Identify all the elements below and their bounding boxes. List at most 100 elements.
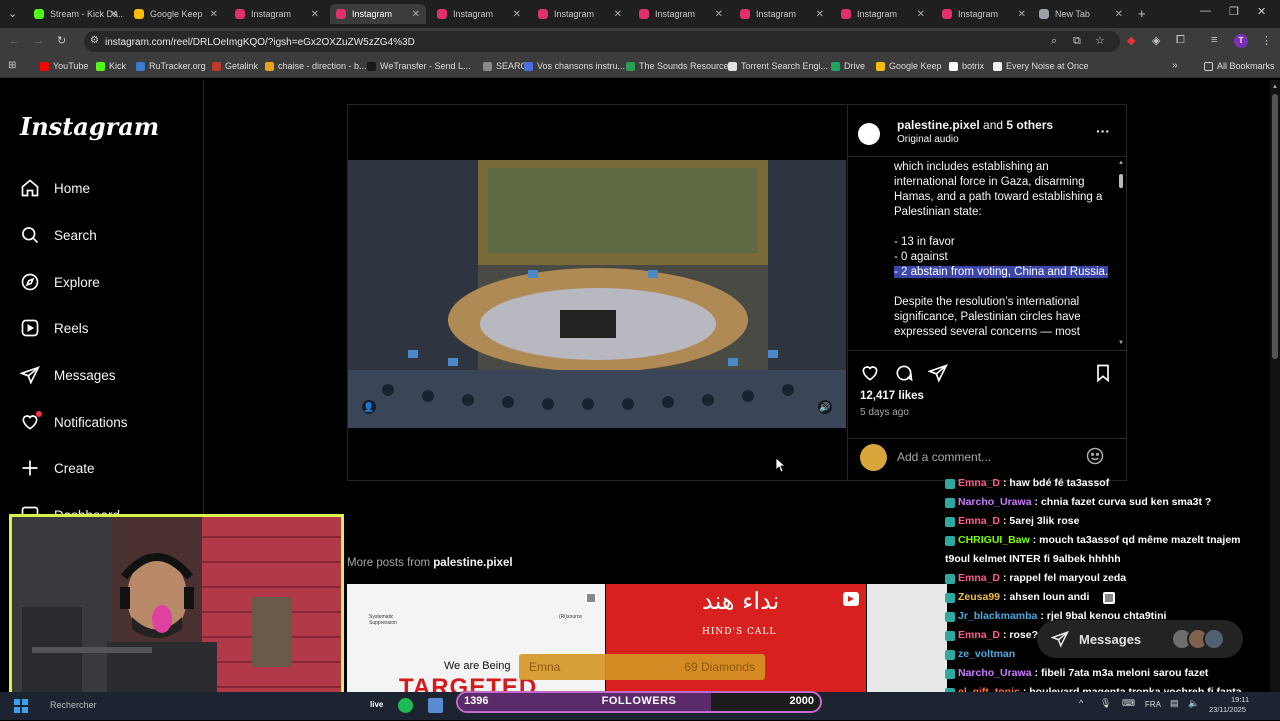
reload-icon[interactable]: ↻	[57, 34, 66, 47]
new-tab-plus-icon[interactable]: +	[1138, 6, 1146, 21]
emoji-icon[interactable]	[1085, 446, 1105, 471]
extension-adblock-icon[interactable]: ◆	[1127, 34, 1135, 47]
taskbar-search[interactable]: Rechercher	[50, 700, 97, 710]
tab-close-icon[interactable]: ✕	[917, 9, 925, 20]
browser-tab[interactable]: Google Keep ✕	[128, 4, 224, 24]
extension-icon[interactable]: ◈	[1152, 34, 1160, 47]
url-text[interactable]: instagram.com/reel/DRLOeImgKQO/?igsh=eGx…	[105, 37, 415, 48]
browser-tab[interactable]: Stream - Kick Da... ✕	[28, 4, 124, 24]
browser-menu-icon[interactable]: ⋮	[1261, 34, 1272, 47]
caption-scrollbar[interactable]: ▲ ▼	[1117, 160, 1125, 350]
microphone-icon[interactable]: 🎙	[1100, 698, 1111, 709]
tab-close-icon[interactable]: ✕	[816, 9, 824, 20]
media-controls-icon[interactable]: ≡	[1211, 34, 1217, 46]
language-indicator[interactable]: FRA	[1145, 700, 1161, 709]
original-audio-link[interactable]: Original audio	[897, 134, 959, 145]
tab-close-icon[interactable]: ✕	[311, 9, 319, 20]
bookmark-item[interactable]: WeTransfer - Send L...	[367, 61, 471, 71]
tab-close-icon[interactable]: ✕	[614, 9, 622, 20]
network-icon[interactable]: ▤	[1170, 698, 1179, 709]
bookmark-star-icon[interactable]: ☆	[1095, 34, 1105, 47]
bookmark-item[interactable]: RuTracker.org	[136, 61, 206, 71]
tab-search-icon[interactable]: ⌄	[8, 7, 17, 20]
page-scroll-thumb[interactable]	[1272, 94, 1278, 359]
browser-tab[interactable]: New Tab ✕	[1033, 4, 1129, 24]
back-icon[interactable]: ←	[9, 35, 20, 47]
save-bookmark-icon[interactable]	[1093, 363, 1113, 388]
zoom-icon[interactable]: ⌕	[1051, 35, 1057, 48]
scroll-thumb[interactable]	[1119, 174, 1123, 188]
minimize-icon[interactable]: —	[1200, 5, 1211, 17]
bookmark-item[interactable]: botrix	[949, 61, 984, 71]
more-posts-author[interactable]: palestine.pixel	[433, 557, 512, 569]
all-bookmarks[interactable]: All Bookmarks	[1204, 61, 1275, 71]
browser-tab[interactable]: Instagram ✕	[835, 4, 931, 24]
nav-create[interactable]: Create	[20, 458, 95, 478]
photos-icon[interactable]	[428, 698, 443, 713]
bookmark-item[interactable]: Torrent Search Engi...	[728, 61, 828, 71]
comment-bubble-icon[interactable]	[894, 363, 914, 388]
share-send-icon[interactable]	[927, 363, 948, 388]
scroll-down-arrow[interactable]: ▼	[1118, 340, 1124, 346]
browser-tab[interactable]: Instagram ✕	[936, 4, 1032, 24]
browser-tab[interactable]: Instagram ✕	[431, 4, 527, 24]
install-app-icon[interactable]: ⧉	[1073, 35, 1081, 48]
clock-time[interactable]: 19:11	[1231, 695, 1249, 704]
messages-pill[interactable]: Messages	[1037, 620, 1243, 658]
instagram-logo[interactable]: Instagram	[20, 112, 159, 141]
apps-grid-icon[interactable]: ⊞	[8, 60, 16, 71]
clock-date[interactable]: 23/11/2025	[1209, 705, 1246, 714]
profile-avatar[interactable]: T	[1234, 34, 1248, 48]
browser-tab[interactable]: Instagram ✕	[532, 4, 628, 24]
windows-start-icon[interactable]	[14, 699, 28, 713]
forward-icon[interactable]: →	[33, 35, 44, 47]
bookmark-item[interactable]: Drive	[831, 61, 865, 71]
scroll-up-arrow[interactable]: ▲	[1118, 160, 1124, 166]
author-avatar[interactable]	[858, 123, 880, 145]
browser-tab[interactable]: Instagram ✕	[734, 4, 830, 24]
tab-close-icon[interactable]: ✕	[210, 9, 218, 20]
more-options-icon[interactable]: ···	[1096, 123, 1110, 139]
browser-tab[interactable]: Instagram ✕	[229, 4, 325, 24]
author-username[interactable]: palestine.pixel	[897, 118, 980, 132]
bookmarks-overflow-icon[interactable]: »	[1172, 60, 1178, 71]
bookmark-item[interactable]: YouTube	[40, 61, 88, 71]
nav-home[interactable]: Home	[20, 178, 90, 198]
tray-overflow-icon[interactable]: ^	[1079, 698, 1083, 708]
bookmark-item[interactable]: Getalink	[212, 61, 258, 71]
close-window-icon[interactable]: ✕	[1257, 5, 1266, 18]
nav-explore[interactable]: Explore	[20, 272, 100, 292]
browser-tab[interactable]: Instagram ✕	[633, 4, 729, 24]
volume-tray-icon[interactable]: 🔈	[1188, 698, 1199, 709]
reel-video[interactable]: 👤 🔊	[348, 160, 846, 428]
tab-close-icon[interactable]: ✕	[1018, 9, 1026, 20]
tab-close-icon[interactable]: ✕	[1115, 9, 1123, 20]
keyboard-icon[interactable]: ⌨	[1122, 698, 1135, 709]
browser-tab[interactable]: Instagram ✕	[330, 4, 426, 24]
bookmark-item[interactable]: Google Keep	[876, 61, 942, 71]
maximize-icon[interactable]: ❐	[1229, 5, 1239, 18]
nav-messages[interactable]: Messages	[20, 365, 116, 385]
bookmark-item[interactable]: chaise - direction - b...	[265, 61, 367, 71]
bookmark-item[interactable]: The Sounds Resource	[626, 61, 729, 71]
nav-search[interactable]: Search	[20, 225, 97, 245]
comment-input[interactable]: Add a comment...	[897, 450, 991, 464]
page-scroll-up[interactable]: ▲	[1272, 84, 1278, 90]
like-heart-icon[interactable]	[860, 363, 880, 388]
tagged-users-icon[interactable]: 👤	[362, 400, 376, 414]
bookmark-item[interactable]: Vos chansons instru...	[524, 61, 625, 71]
spotify-icon[interactable]	[398, 698, 413, 713]
tab-close-icon[interactable]: ✕	[513, 9, 521, 20]
nav-reels[interactable]: Reels	[20, 318, 89, 338]
likes-count[interactable]: 12,417 likes	[860, 390, 924, 402]
bookmark-item[interactable]: Kick	[96, 61, 126, 71]
tab-close-icon[interactable]: ✕	[715, 9, 723, 20]
extensions-puzzle-icon[interactable]: ⧠	[1176, 34, 1185, 47]
tab-close-icon[interactable]: ✕	[110, 9, 118, 20]
collaborators-link[interactable]: 5 others	[1006, 118, 1053, 132]
live-app-icon[interactable]: live	[370, 700, 383, 709]
site-info-icon[interactable]: ⚙	[90, 35, 99, 46]
tab-close-icon[interactable]: ✕	[412, 9, 420, 20]
volume-icon[interactable]: 🔊	[818, 400, 832, 414]
bookmark-item[interactable]: Every Noise at Once	[993, 61, 1089, 71]
